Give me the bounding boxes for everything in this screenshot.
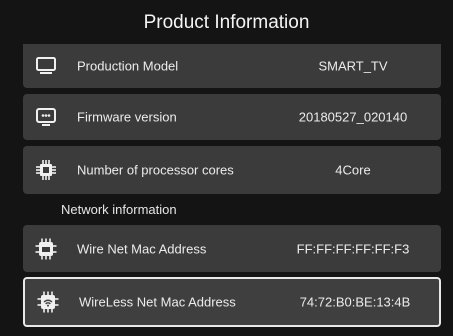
firmware-version-value: 20180527_020140 (298, 109, 408, 125)
page-title-text: Product Information (143, 12, 310, 33)
processor-cores-value: 4Core (335, 162, 371, 178)
production-model-label: Production Model (77, 58, 179, 74)
firmware-version-row[interactable]: Firmware version 20180527_020140 (23, 94, 441, 140)
production-model-value: SMART_TV (318, 58, 388, 74)
wireless-mac-label: WireLess Net Mac Address (79, 294, 236, 310)
ethernet-chip-icon (34, 238, 58, 260)
processor-cores-label: Number of processor cores (77, 162, 234, 178)
wifi-chip-icon (36, 291, 60, 313)
wire-mac-label: Wire Net Mac Address (77, 241, 207, 256)
wireless-mac-row[interactable]: WireLess Net Mac Address 74:72:B0:BE:13:… (23, 277, 441, 327)
wire-mac-value: FF:FF:FF:FF:FF:F3 (296, 241, 410, 256)
production-model-row[interactable]: Production Model SMART_TV (23, 44, 441, 88)
network-section-title: Network information (61, 202, 177, 217)
processor-chip-icon (34, 159, 58, 181)
monitor-icon (34, 55, 58, 77)
firmware-screen-icon (34, 106, 58, 128)
firmware-version-label: Firmware version (77, 109, 177, 125)
page-title: Product Information (0, 0, 453, 46)
wireless-mac-value: 74:72:B0:BE:13:4B (299, 294, 411, 310)
processor-cores-row[interactable]: Number of processor cores 4Core (23, 146, 441, 194)
wire-mac-row[interactable]: Wire Net Mac Address FF:FF:FF:FF:FF:F3 (23, 225, 441, 272)
